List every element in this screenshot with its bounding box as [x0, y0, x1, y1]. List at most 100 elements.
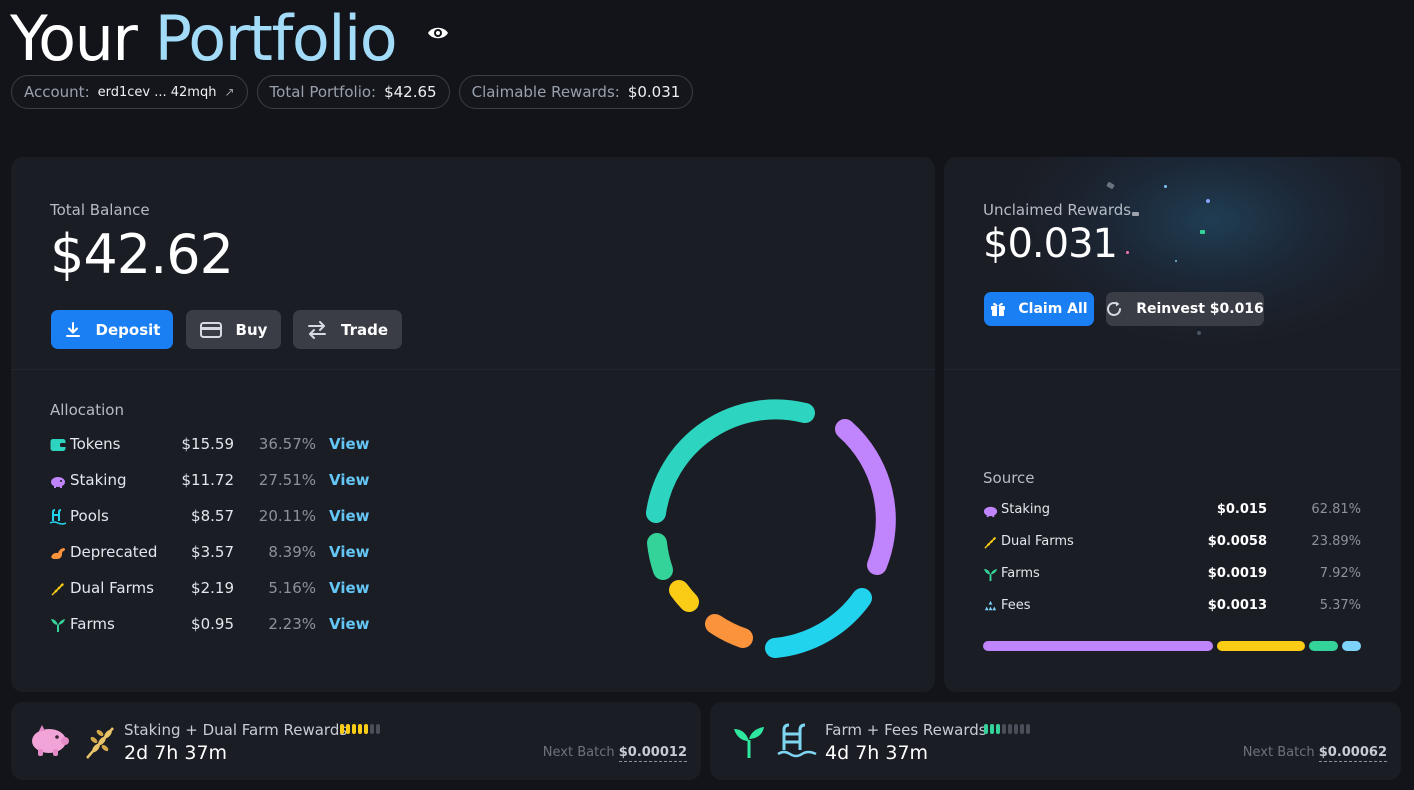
dino-icon — [51, 548, 65, 559]
allocation-name: Tokens — [70, 435, 121, 453]
allocation-name: Dual Farms — [70, 579, 154, 597]
allocation-row-pools: Pools $8.57 20.11% View — [50, 505, 380, 529]
account-chip[interactable]: Account: erd1cev ... 42mqh ↗ — [11, 75, 248, 109]
source-amount: $0.0058 — [1207, 534, 1267, 549]
allocation-donut-chart — [646, 399, 896, 658]
progress-dot — [1014, 724, 1018, 734]
trade-button[interactable]: Trade — [293, 310, 402, 349]
view-link-farms[interactable]: View — [329, 615, 370, 633]
batch-progress-dots — [340, 724, 380, 734]
view-link-deprecated[interactable]: View — [329, 543, 370, 561]
progress-dot — [1002, 724, 1006, 734]
staking-dual-farm-batch-card: Staking + Dual Farm Rewards 2d 7h 37m Ne… — [11, 702, 701, 780]
next-batch: Next Batch $0.00012 — [542, 745, 687, 762]
source-percent: 23.89% — [1311, 534, 1361, 549]
page-title: Your Portfolio — [10, 2, 398, 76]
farm-fees-batch-card: Farm + Fees Rewards 4d 7h 37m Next Batch… — [710, 702, 1401, 780]
summary-chips: Account: erd1cev ... 42mqh ↗ Total Portf… — [11, 75, 694, 109]
total-portfolio-label: Total Portfolio: — [269, 83, 377, 101]
source-bar-farms — [1309, 641, 1338, 651]
unclaimed-rewards-label: Unclaimed Rewards — [983, 201, 1132, 219]
sparkle — [1164, 185, 1167, 188]
allocation-percent: 5.16% — [268, 579, 316, 597]
next-batch-label: Next Batch — [542, 745, 615, 760]
next-batch-value[interactable]: $0.00012 — [618, 745, 687, 762]
trade-label: Trade — [340, 320, 388, 339]
total-portfolio-chip: Total Portfolio: $42.65 — [256, 75, 450, 109]
credit-card-icon — [199, 321, 222, 338]
sparkle — [1200, 230, 1205, 234]
allocation-percent: 20.11% — [258, 507, 316, 525]
sparkle — [1197, 331, 1201, 335]
buy-button[interactable]: Buy — [186, 310, 281, 349]
source-row-fees: Fees $0.0013 5.37% — [983, 596, 1363, 618]
source-row-dual-farms: Dual Farms $0.0058 23.89% — [983, 532, 1363, 554]
claim-all-button[interactable]: Claim All — [984, 292, 1094, 326]
gift-icon — [991, 302, 1006, 316]
allocation-row-deprecated: Deprecated $3.57 8.39% View — [50, 541, 380, 565]
total-balance-value: $42.62 — [50, 223, 234, 286]
progress-dot — [376, 724, 380, 734]
progress-dot — [364, 724, 368, 734]
source-percent: 5.37% — [1319, 598, 1361, 613]
allocation-percent: 36.57% — [258, 435, 316, 453]
allocation-row-dual-farms: Dual Farms $2.19 5.16% View — [50, 577, 380, 601]
sparkle — [1206, 199, 1210, 203]
progress-dot — [1026, 724, 1030, 734]
allocation-amount: $0.95 — [191, 615, 234, 633]
allocation-name: Pools — [70, 507, 109, 525]
next-batch-value[interactable]: $0.00062 — [1318, 745, 1387, 762]
allocation-amount: $15.59 — [181, 435, 235, 453]
source-amount: $0.015 — [1216, 502, 1267, 517]
reinvest-button[interactable]: Reinvest $0.016 — [1106, 292, 1264, 326]
batch-countdown: 4d 7h 37m — [825, 742, 929, 764]
buy-label: Buy — [235, 320, 268, 339]
divider — [11, 369, 935, 370]
donut-segment-pools — [765, 588, 872, 658]
view-link-dual-farms[interactable]: View — [329, 579, 370, 597]
source-amount: $0.0013 — [1207, 598, 1267, 613]
progress-dot — [996, 724, 1000, 734]
deposit-label: Deposit — [95, 320, 161, 339]
account-label: Account: — [24, 83, 90, 101]
piggy-bank-icon — [51, 477, 65, 488]
unclaimed-rewards-value: $0.031 — [983, 221, 1118, 267]
sprout-icon — [983, 568, 998, 582]
source-bar-dual-farms — [1217, 641, 1305, 651]
claim-all-label: Claim All — [1018, 301, 1088, 317]
eye-icon[interactable] — [427, 24, 449, 42]
donut-segment-staking — [835, 419, 896, 575]
progress-dot — [1020, 724, 1024, 734]
allocation-percent: 27.51% — [258, 471, 316, 489]
view-link-pools[interactable]: View — [329, 507, 370, 525]
allocation-row-farms: Farms $0.95 2.23% View — [50, 613, 380, 637]
wheat-icon — [86, 727, 114, 759]
progress-dot — [358, 724, 362, 734]
sparkle — [1175, 260, 1177, 262]
batch-countdown: 2d 7h 37m — [124, 742, 228, 764]
source-amount: $0.0019 — [1207, 566, 1267, 581]
source-name: Farms — [1001, 566, 1040, 581]
allocation-amount: $11.72 — [181, 471, 235, 489]
external-link-icon[interactable]: ↗ — [224, 85, 234, 99]
claimable-rewards-value: $0.031 — [627, 83, 681, 101]
sprout-icon — [734, 727, 764, 758]
progress-dot — [346, 724, 350, 734]
progress-dot — [352, 724, 356, 734]
source-percent: 62.81% — [1311, 502, 1361, 517]
allocation-row-staking: Staking $11.72 27.51% View — [50, 469, 380, 493]
source-row-farms: Farms $0.0019 7.92% — [983, 564, 1363, 586]
sparkle — [1132, 212, 1139, 216]
deposit-button[interactable]: Deposit — [51, 310, 173, 349]
view-link-tokens[interactable]: View — [329, 435, 370, 453]
progress-dot — [370, 724, 374, 734]
coins-icon — [984, 600, 997, 611]
source-bar-staking — [983, 641, 1213, 651]
view-link-staking[interactable]: View — [329, 471, 370, 489]
source-bar-fees — [1342, 641, 1361, 651]
reinvest-label: Reinvest $0.016 — [1136, 301, 1264, 317]
sprout-icon — [51, 619, 65, 632]
source-label: Source — [983, 469, 1035, 487]
allocation-percent: 2.23% — [268, 615, 316, 633]
allocation-amount: $2.19 — [191, 579, 234, 597]
